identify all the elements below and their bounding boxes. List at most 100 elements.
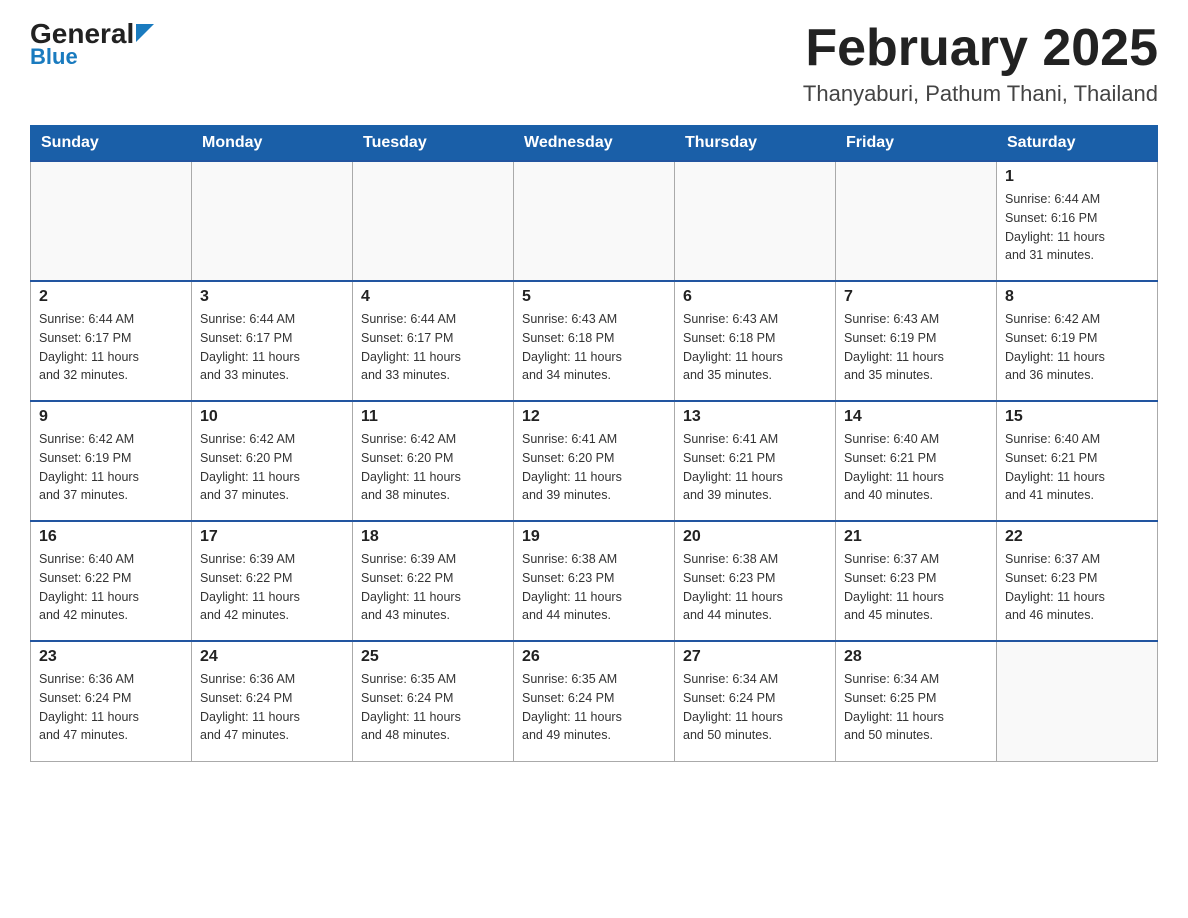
day-number: 20 (683, 528, 827, 546)
day-number: 19 (522, 528, 666, 546)
day-number: 4 (361, 288, 505, 306)
day-cell: 9Sunrise: 6:42 AMSunset: 6:19 PMDaylight… (31, 401, 192, 521)
day-number: 1 (1005, 168, 1149, 186)
day-cell (192, 161, 353, 281)
week-row-1: 1 Sunrise: 6:44 AMSunset: 6:16 PMDaylight… (31, 161, 1158, 281)
day-info: Sunrise: 6:44 AMSunset: 6:17 PMDaylight:… (361, 310, 505, 385)
day-info: Sunrise: 6:40 AMSunset: 6:22 PMDaylight:… (39, 550, 183, 625)
day-cell (675, 161, 836, 281)
day-cell: 17 Sunrise: 6:39 AMSunset: 6:22 PMDayligh… (192, 521, 353, 641)
day-number: 26 (522, 648, 666, 666)
day-cell (836, 161, 997, 281)
day-cell: 13 Sunrise: 6:41 AMSunset: 6:21 PMDayligh… (675, 401, 836, 521)
day-cell: 11 Sunrise: 6:42 AMSunset: 6:20 PMDayligh… (353, 401, 514, 521)
day-cell: 3 Sunrise: 6:44 AMSunset: 6:17 PMDaylight… (192, 281, 353, 401)
day-number: 16 (39, 528, 183, 546)
day-cell: 16 Sunrise: 6:40 AMSunset: 6:22 PMDayligh… (31, 521, 192, 641)
day-cell: 28 Sunrise: 6:34 AMSunset: 6:25 PMDayligh… (836, 641, 997, 761)
day-cell: 4 Sunrise: 6:44 AMSunset: 6:17 PMDaylight… (353, 281, 514, 401)
weekday-header-thursday: Thursday (675, 126, 836, 162)
day-cell: 18Sunrise: 6:39 AMSunset: 6:22 PMDayligh… (353, 521, 514, 641)
day-info: Sunrise: 6:44 AMSunset: 6:17 PMDaylight:… (200, 310, 344, 385)
day-number: 28 (844, 648, 988, 666)
day-cell: 25Sunrise: 6:35 AMSunset: 6:24 PMDayligh… (353, 641, 514, 761)
day-cell: 14 Sunrise: 6:40 AMSunset: 6:21 PMDayligh… (836, 401, 997, 521)
day-cell: 20 Sunrise: 6:38 AMSunset: 6:23 PMDayligh… (675, 521, 836, 641)
day-info: Sunrise: 6:41 AMSunset: 6:21 PMDaylight:… (683, 430, 827, 505)
day-cell: 27Sunrise: 6:34 AMSunset: 6:24 PMDayligh… (675, 641, 836, 761)
week-row-3: 9Sunrise: 6:42 AMSunset: 6:19 PMDaylight… (31, 401, 1158, 521)
day-info: Sunrise: 6:42 AMSunset: 6:20 PMDaylight:… (200, 430, 344, 505)
day-number: 24 (200, 648, 344, 666)
day-info: Sunrise: 6:40 AMSunset: 6:21 PMDaylight:… (844, 430, 988, 505)
day-number: 3 (200, 288, 344, 306)
week-row-2: 2Sunrise: 6:44 AMSunset: 6:17 PMDaylight… (31, 281, 1158, 401)
day-info: Sunrise: 6:36 AMSunset: 6:24 PMDaylight:… (200, 670, 344, 745)
day-cell: 6Sunrise: 6:43 AMSunset: 6:18 PMDaylight… (675, 281, 836, 401)
day-info: Sunrise: 6:38 AMSunset: 6:23 PMDaylight:… (683, 550, 827, 625)
day-number: 22 (1005, 528, 1149, 546)
day-cell: 12Sunrise: 6:41 AMSunset: 6:20 PMDayligh… (514, 401, 675, 521)
day-info: Sunrise: 6:42 AMSunset: 6:19 PMDaylight:… (1005, 310, 1149, 385)
day-info: Sunrise: 6:42 AMSunset: 6:20 PMDaylight:… (361, 430, 505, 505)
weekday-header-row: SundayMondayTuesdayWednesdayThursdayFrid… (31, 126, 1158, 162)
day-number: 8 (1005, 288, 1149, 306)
day-info: Sunrise: 6:37 AMSunset: 6:23 PMDaylight:… (1005, 550, 1149, 625)
day-info: Sunrise: 6:37 AMSunset: 6:23 PMDaylight:… (844, 550, 988, 625)
day-number: 18 (361, 528, 505, 546)
calendar-title: February 2025 (803, 20, 1158, 77)
weekday-header-wednesday: Wednesday (514, 126, 675, 162)
day-cell (514, 161, 675, 281)
day-number: 11 (361, 408, 505, 426)
day-info: Sunrise: 6:38 AMSunset: 6:23 PMDaylight:… (522, 550, 666, 625)
day-number: 7 (844, 288, 988, 306)
day-cell: 8 Sunrise: 6:42 AMSunset: 6:19 PMDaylight… (997, 281, 1158, 401)
day-info: Sunrise: 6:36 AMSunset: 6:24 PMDaylight:… (39, 670, 183, 745)
day-cell: 7 Sunrise: 6:43 AMSunset: 6:19 PMDaylight… (836, 281, 997, 401)
day-info: Sunrise: 6:39 AMSunset: 6:22 PMDaylight:… (200, 550, 344, 625)
day-cell: 15 Sunrise: 6:40 AMSunset: 6:21 PMDayligh… (997, 401, 1158, 521)
week-row-5: 23 Sunrise: 6:36 AMSunset: 6:24 PMDayligh… (31, 641, 1158, 761)
day-cell: 5 Sunrise: 6:43 AMSunset: 6:18 PMDaylight… (514, 281, 675, 401)
day-number: 23 (39, 648, 183, 666)
logo-blue: Blue (30, 44, 78, 70)
day-info: Sunrise: 6:44 AMSunset: 6:17 PMDaylight:… (39, 310, 183, 385)
logo: General Blue (30, 20, 154, 70)
day-info: Sunrise: 6:34 AMSunset: 6:25 PMDaylight:… (844, 670, 988, 745)
day-cell: 10 Sunrise: 6:42 AMSunset: 6:20 PMDayligh… (192, 401, 353, 521)
day-cell (353, 161, 514, 281)
day-number: 15 (1005, 408, 1149, 426)
day-cell: 2Sunrise: 6:44 AMSunset: 6:17 PMDaylight… (31, 281, 192, 401)
weekday-header-sunday: Sunday (31, 126, 192, 162)
day-number: 6 (683, 288, 827, 306)
day-info: Sunrise: 6:34 AMSunset: 6:24 PMDaylight:… (683, 670, 827, 745)
week-row-4: 16 Sunrise: 6:40 AMSunset: 6:22 PMDayligh… (31, 521, 1158, 641)
day-info: Sunrise: 6:44 AMSunset: 6:16 PMDaylight:… (1005, 190, 1149, 265)
day-cell: 26Sunrise: 6:35 AMSunset: 6:24 PMDayligh… (514, 641, 675, 761)
weekday-header-monday: Monday (192, 126, 353, 162)
day-info: Sunrise: 6:42 AMSunset: 6:19 PMDaylight:… (39, 430, 183, 505)
day-number: 10 (200, 408, 344, 426)
day-number: 25 (361, 648, 505, 666)
day-number: 17 (200, 528, 344, 546)
weekday-header-tuesday: Tuesday (353, 126, 514, 162)
weekday-header-saturday: Saturday (997, 126, 1158, 162)
day-number: 12 (522, 408, 666, 426)
day-info: Sunrise: 6:43 AMSunset: 6:18 PMDaylight:… (522, 310, 666, 385)
day-cell: 1 Sunrise: 6:44 AMSunset: 6:16 PMDaylight… (997, 161, 1158, 281)
day-number: 14 (844, 408, 988, 426)
calendar-subtitle: Thanyaburi, Pathum Thani, Thailand (803, 81, 1158, 107)
day-cell: 23 Sunrise: 6:36 AMSunset: 6:24 PMDayligh… (31, 641, 192, 761)
day-number: 13 (683, 408, 827, 426)
day-number: 21 (844, 528, 988, 546)
title-area: February 2025 Thanyaburi, Pathum Thani, … (803, 20, 1158, 107)
header: General Blue February 2025 Thanyaburi, P… (30, 20, 1158, 107)
day-cell: 24 Sunrise: 6:36 AMSunset: 6:24 PMDayligh… (192, 641, 353, 761)
day-number: 5 (522, 288, 666, 306)
day-info: Sunrise: 6:43 AMSunset: 6:19 PMDaylight:… (844, 310, 988, 385)
day-cell: 19 Sunrise: 6:38 AMSunset: 6:23 PMDayligh… (514, 521, 675, 641)
day-info: Sunrise: 6:40 AMSunset: 6:21 PMDaylight:… (1005, 430, 1149, 505)
weekday-header-friday: Friday (836, 126, 997, 162)
day-cell: 21 Sunrise: 6:37 AMSunset: 6:23 PMDayligh… (836, 521, 997, 641)
day-cell: 22 Sunrise: 6:37 AMSunset: 6:23 PMDayligh… (997, 521, 1158, 641)
